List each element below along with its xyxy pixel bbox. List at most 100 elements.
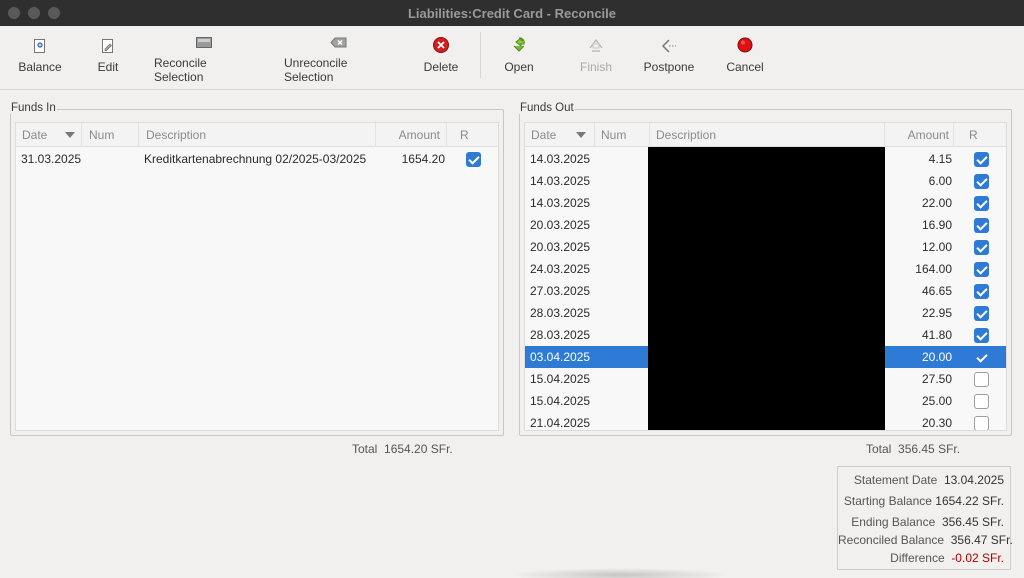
funds-in-total-label: Total <box>352 442 378 456</box>
column-r-label: R <box>969 128 978 142</box>
statement-date: Statement Date 13.04.2025 <box>838 473 1004 491</box>
funds-out-total-label: Total <box>866 442 892 456</box>
reconcile-selection-label: Reconcile Selection <box>154 56 207 84</box>
open-button[interactable]: Open <box>502 34 536 84</box>
row-date: 28.03.2025 <box>530 328 591 342</box>
funds-out-table[interactable]: Date Num Description Amount R 14.03.2025… <box>524 122 1007 431</box>
column-header-description[interactable]: Description <box>651 123 885 147</box>
open-label: Open <box>504 60 534 74</box>
sort-down-icon <box>576 132 586 138</box>
row-date: 14.03.2025 <box>530 152 591 166</box>
column-num-label: Num <box>601 128 627 142</box>
funds-out-label: Funds Out <box>519 102 575 114</box>
row-amount: 22.95 <box>921 306 952 320</box>
difference: Difference -0.02 SFr. <box>838 551 1004 569</box>
starting-balance-value: 1654.22 SFr. <box>935 494 1004 508</box>
close-window-button[interactable] <box>8 7 20 19</box>
reconciled-checkbox[interactable] <box>974 240 989 255</box>
column-date-label: Date <box>531 128 557 142</box>
column-header-r[interactable]: R <box>448 123 498 147</box>
zoom-window-button[interactable] <box>48 7 60 19</box>
postpone-button[interactable]: Postpone <box>642 34 696 84</box>
finish-button[interactable]: Finish <box>578 34 614 84</box>
statement-date-label: Statement Date <box>853 473 938 487</box>
reconciled-checkbox[interactable] <box>974 328 989 343</box>
cancel-icon <box>736 34 754 54</box>
delete-button[interactable]: Delete <box>422 34 460 84</box>
column-header-num[interactable]: Num <box>83 123 139 147</box>
column-header-r[interactable]: R <box>955 123 1006 147</box>
edit-icon <box>100 34 116 54</box>
row-date: 21.04.2025 <box>530 416 591 430</box>
row-description: Kreditkartenabrechnung 02/2025-03/2025 <box>144 152 367 166</box>
funds-in-table[interactable]: Date Num Description Amount R 31.03.2025… <box>15 122 499 431</box>
reconciled-checkbox[interactable] <box>974 372 989 387</box>
reconciled-balance: Reconciled Balance 356.47 SFr. <box>838 533 1013 551</box>
reconciled-checkbox[interactable] <box>974 174 989 189</box>
column-header-num[interactable]: Num <box>596 123 650 147</box>
cancel-label: Cancel <box>726 60 764 74</box>
delete-label: Delete <box>423 60 459 74</box>
column-date-label: Date <box>22 128 48 142</box>
reconciled-checkbox[interactable] <box>974 416 989 430</box>
row-amount: 6.00 <box>928 174 952 188</box>
column-amount-label: Amount <box>398 128 440 142</box>
column-header-amount[interactable]: Amount <box>377 123 447 147</box>
balance-button[interactable]: Balance <box>18 34 62 84</box>
row-amount: 20.30 <box>921 416 952 430</box>
toolbar-separator <box>480 32 481 78</box>
redacted-description-area <box>648 147 885 430</box>
funds-in-header: Date Num Description Amount R <box>16 123 498 147</box>
reconciled-checkbox[interactable] <box>974 262 989 277</box>
cancel-button[interactable]: Cancel <box>724 34 766 84</box>
column-header-amount[interactable]: Amount <box>886 123 954 147</box>
column-header-description[interactable]: Description <box>140 123 376 147</box>
row-amount: 41.80 <box>921 328 952 342</box>
column-header-date[interactable]: Date <box>525 123 595 147</box>
funds-out-total: Total 356.45 SFr. <box>866 442 960 456</box>
funds-in-total-value: 1654.20 SFr. <box>384 442 453 456</box>
difference-value: -0.02 SFr. <box>951 551 1004 565</box>
reconciled-checkbox[interactable] <box>974 350 989 365</box>
unreconcile-selection-button[interactable]: Unreconcile Selection <box>284 34 394 84</box>
reconciled-checkbox[interactable] <box>974 218 989 233</box>
row-date: 14.03.2025 <box>530 174 591 188</box>
reconcile-selection-button[interactable]: Reconcile Selection <box>154 34 254 84</box>
funds-in-label: Funds In <box>10 102 57 114</box>
column-description-label: Description <box>146 128 207 142</box>
bottom-shadow <box>510 568 730 578</box>
reconciled-balance-value: 356.47 SFr. <box>950 533 1013 547</box>
column-amount-label: Amount <box>907 128 949 142</box>
row-amount: 164.00 <box>915 262 952 276</box>
reconciled-checkbox[interactable] <box>974 394 989 409</box>
column-header-date[interactable]: Date <box>16 123 82 147</box>
row-amount: 4.15 <box>928 152 952 166</box>
row-date: 27.03.2025 <box>530 284 591 298</box>
column-num-label: Num <box>89 128 115 142</box>
reconciled-checkbox[interactable] <box>974 152 989 167</box>
edit-button[interactable]: Edit <box>94 34 122 84</box>
row-amount: 22.00 <box>921 196 952 210</box>
minimize-window-button[interactable] <box>28 7 40 19</box>
funds-out-total-value: 356.45 SFr. <box>898 442 961 456</box>
row-date: 28.03.2025 <box>530 306 591 320</box>
row-amount: 25.00 <box>921 394 952 408</box>
reconciled-checkbox[interactable] <box>974 306 989 321</box>
unreconcile-selection-label: Unreconcile Selection <box>284 56 348 84</box>
reconciled-checkbox[interactable] <box>466 152 481 167</box>
starting-balance: Starting Balance 1654.22 SFr. <box>838 494 1004 512</box>
reconciled-checkbox[interactable] <box>974 196 989 211</box>
balance-icon <box>32 34 48 54</box>
row-date: 03.04.2025 <box>530 350 591 364</box>
difference-label: Difference <box>890 551 945 565</box>
toolbar: Balance Edit Reconcile Selection Unrecon… <box>0 26 1024 90</box>
row-date: 31.03.2025 <box>21 152 82 166</box>
funds-out-header: Date Num Description Amount R <box>525 123 1006 147</box>
ending-balance-value: 356.45 SFr. <box>941 515 1004 529</box>
finish-icon <box>587 34 605 54</box>
table-row[interactable]: 31.03.2025 Kreditkartenabrechnung 02/202… <box>16 148 498 170</box>
reconcile-summary: Statement Date 13.04.2025 Starting Balan… <box>837 466 1013 570</box>
title-bar: Liabilities:Credit Card - Reconcile <box>0 0 1024 26</box>
reconciled-checkbox[interactable] <box>974 284 989 299</box>
ending-balance-label: Ending Balance <box>851 515 936 529</box>
